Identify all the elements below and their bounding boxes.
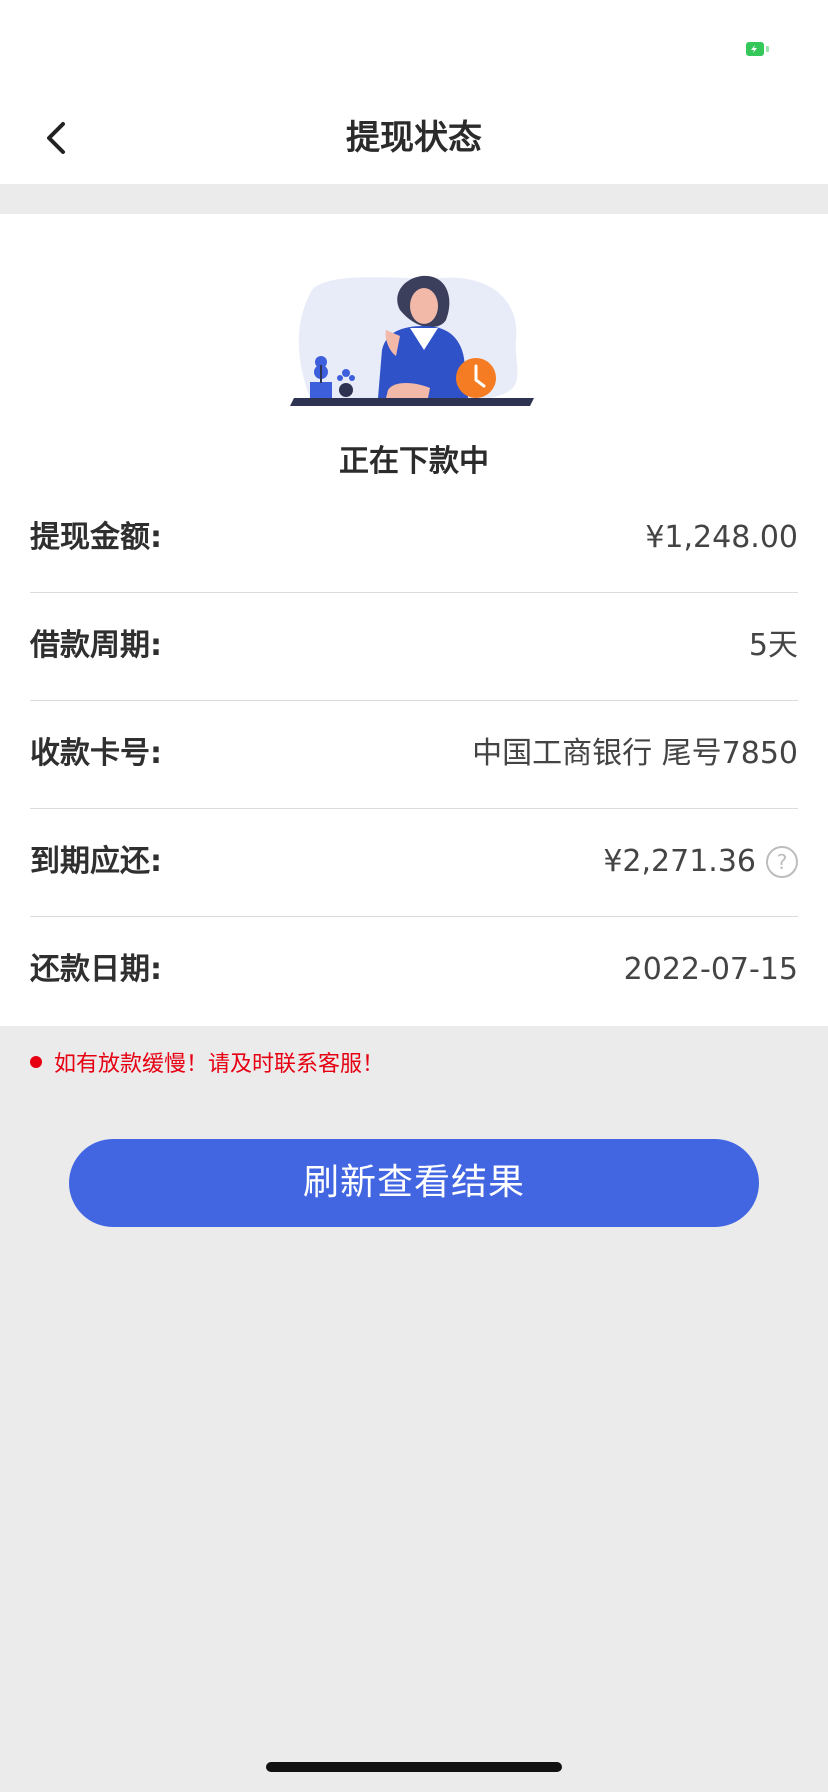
detail-value: ¥2,271.36 ?	[603, 808, 798, 916]
due-amount-value: ¥2,271.36	[603, 844, 756, 879]
amount-value: ¥1,248.00	[645, 520, 798, 555]
refresh-result-button[interactable]: 刷新查看结果	[69, 1139, 759, 1227]
page-title: 提现状态	[346, 118, 482, 158]
status-text: 正在下款中	[339, 444, 489, 479]
detail-value: 5天	[749, 592, 798, 700]
detail-value: 2022-07-15	[624, 916, 798, 1024]
detail-row-amount: 提现金额: ¥1,248.00	[30, 484, 798, 593]
notice-text: 如有放款缓慢！请及时联系客服！	[54, 1052, 385, 1077]
detail-label: 借款周期:	[30, 628, 162, 663]
home-indicator[interactable]	[266, 1762, 562, 1772]
card-value: 中国工商银行 尾号7850	[472, 736, 798, 771]
navigation-bar: 提现状态	[0, 92, 828, 184]
notice: 如有放款缓慢！请及时联系客服！	[30, 1046, 384, 1078]
detail-value: 中国工商银行 尾号7850	[472, 700, 798, 808]
help-question-icon[interactable]: ?	[766, 846, 798, 878]
detail-label: 收款卡号:	[30, 736, 162, 771]
detail-row-card: 收款卡号: 中国工商银行 尾号7850	[30, 700, 798, 809]
detail-value: ¥1,248.00	[645, 484, 798, 592]
detail-row-due-amount: 到期应还: ¥2,271.36 ?	[30, 808, 798, 917]
detail-row-period: 借款周期: 5天	[30, 592, 798, 701]
status-bar	[0, 0, 828, 92]
detail-label: 到期应还:	[30, 844, 162, 879]
status-card: 正在下款中 提现金额: ¥1,248.00 借款周期: 5天 收款卡号: 中国工…	[0, 214, 828, 1026]
detail-label: 提现金额:	[30, 520, 162, 555]
repay-date-value: 2022-07-15	[623, 952, 798, 987]
detail-label: 还款日期:	[30, 952, 162, 987]
status-illustration	[290, 275, 534, 406]
battery-icon	[746, 42, 769, 56]
period-value: 5天	[748, 628, 798, 663]
detail-row-repay-date: 还款日期: 2022-07-15	[30, 916, 798, 1024]
notice-dot-icon	[30, 1056, 42, 1068]
